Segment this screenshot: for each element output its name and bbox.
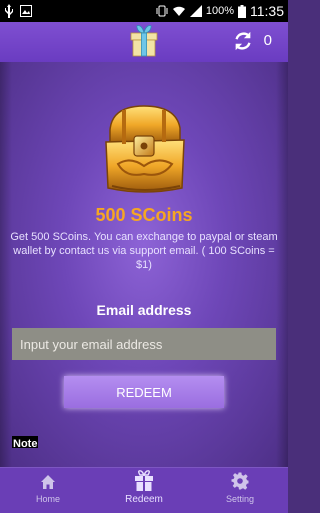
nav-home-label: Home [35,494,60,504]
image-icon [20,5,32,17]
vibrate-icon [156,5,168,17]
status-bar: 100% 11:35 [0,0,288,22]
coin-balance: 0 [263,32,272,49]
nav-setting[interactable]: Setting [192,468,288,513]
offer-title: 500 SCoins [95,205,193,225]
usb-icon [4,4,14,18]
note-label: Note [12,436,39,448]
nav-home[interactable]: Home [0,468,96,513]
bottom-nav: Home Redeem Setting [0,467,288,513]
email-input[interactable] [12,328,276,360]
offer-description: Get 500 SCoins. You can exchange to payp… [10,231,278,271]
battery-icon [238,4,246,18]
wifi-icon [172,5,186,17]
gear-icon [231,472,249,490]
home-icon [41,475,55,489]
gift-icon [135,470,153,491]
app-header: 0 [0,22,288,62]
nav-redeem[interactable]: Redeem [96,468,192,513]
redeem-panel: 500 SCoins Get 500 SCoins. You can excha… [0,62,288,467]
gift-icon [130,25,158,57]
signal-icon [189,5,202,17]
battery-percent: 100% [205,5,234,17]
clock: 11:35 [250,3,284,19]
refresh-icon[interactable] [232,30,254,52]
redeem-button[interactable]: REDEEM [64,376,224,408]
treasure-chest-icon [105,105,185,193]
email-label: Email address [96,302,192,318]
nav-redeem-label: Redeem [125,494,163,505]
nav-setting-label: Setting [225,494,255,504]
